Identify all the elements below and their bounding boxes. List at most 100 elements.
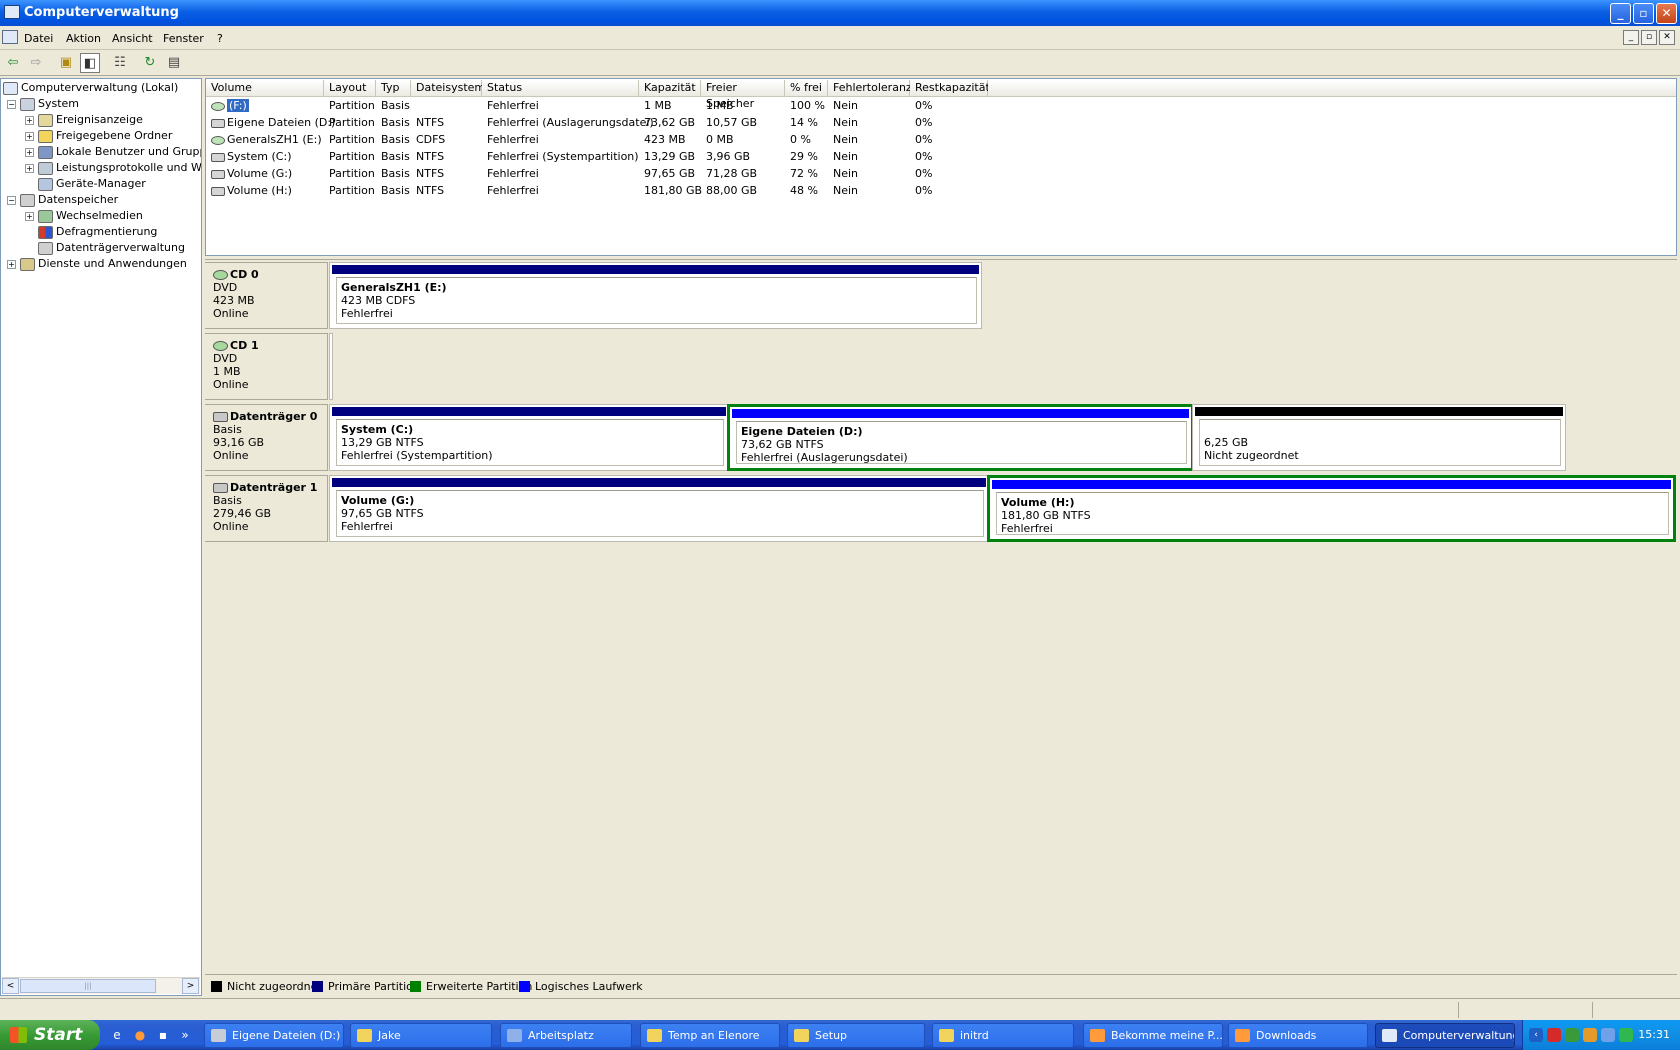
table-cell[interactable]: GeneralsZH1 (E:) xyxy=(211,132,322,148)
column-header-layout[interactable]: Layout xyxy=(324,80,376,97)
table-cell[interactable]: Partition xyxy=(329,132,375,148)
mdi-close-button[interactable]: ✕ xyxy=(1659,30,1675,45)
clock[interactable]: 15:31 xyxy=(1638,1028,1670,1041)
table-cell[interactable]: Partition xyxy=(329,149,375,165)
table-cell[interactable]: Fehlerfrei (Systempartition) xyxy=(487,149,639,165)
table-cell[interactable]: (F:) xyxy=(211,98,249,114)
column-header-type[interactable]: Typ xyxy=(376,80,411,97)
mdi-minimize-button[interactable]: _ xyxy=(1623,30,1639,45)
column-header-fault-tolerance[interactable]: Fehlertoleranz xyxy=(828,80,912,97)
table-cell[interactable]: Nein xyxy=(833,115,858,131)
table-cell[interactable]: CDFS xyxy=(416,132,445,148)
table-cell[interactable]: 3,96 GB xyxy=(706,149,750,165)
table-cell[interactable]: 97,65 GB xyxy=(644,166,695,182)
menu-datei[interactable]: Datei xyxy=(24,32,53,45)
column-header-capacity[interactable]: Kapazität xyxy=(639,80,701,97)
taskbar-button[interactable]: Temp an Elenore xyxy=(640,1023,780,1048)
column-header-filesystem[interactable]: Dateisystem xyxy=(411,80,485,97)
tree-node-services[interactable]: + Dienste und Anwendungen xyxy=(7,256,187,272)
table-cell[interactable]: Fehlerfrei (Auslagerungsdatei) xyxy=(487,115,654,131)
table-cell[interactable]: Basis xyxy=(381,98,410,114)
mdi-restore-button[interactable]: ▫ xyxy=(1641,30,1657,45)
taskbar-button[interactable]: Jake xyxy=(350,1023,492,1048)
table-cell[interactable]: 0% xyxy=(915,98,932,114)
tree-node-storage[interactable]: − Datenspeicher xyxy=(7,192,118,208)
internet-explorer-icon[interactable]: e xyxy=(108,1026,126,1044)
table-cell[interactable]: 0% xyxy=(915,132,932,148)
column-header-volume[interactable]: Volume xyxy=(206,80,324,97)
antivirus-icon[interactable] xyxy=(1547,1028,1561,1042)
taskbar-button[interactable]: Computerverwaltung xyxy=(1375,1023,1515,1048)
tree-node-local-users[interactable]: +Lokale Benutzer und Gruppen xyxy=(25,144,201,160)
table-cell[interactable]: Partition xyxy=(329,115,375,131)
expand-icon[interactable]: + xyxy=(25,131,34,141)
collapse-icon[interactable]: − xyxy=(7,99,16,109)
expand-icon[interactable]: + xyxy=(25,147,34,157)
table-cell[interactable]: Fehlerfrei xyxy=(487,132,539,148)
table-cell[interactable]: 0% xyxy=(915,183,932,199)
disk-label-cd0[interactable]: CD 0 DVD 423 MB Online xyxy=(205,262,328,329)
tree-node-device-manager[interactable]: Geräte-Manager xyxy=(38,176,146,192)
messenger-icon[interactable] xyxy=(1583,1028,1597,1042)
table-cell[interactable]: Fehlerfrei xyxy=(487,98,539,114)
menu-fenster[interactable]: Fenster xyxy=(163,32,204,45)
table-cell[interactable]: Fehlerfrei xyxy=(487,183,539,199)
menu-ansicht[interactable]: Ansicht xyxy=(112,32,153,45)
table-cell[interactable]: 100 % xyxy=(790,98,825,114)
table-cell[interactable]: Nein xyxy=(833,149,858,165)
table-cell[interactable]: NTFS xyxy=(416,183,444,199)
table-cell[interactable]: Volume (H:) xyxy=(211,183,292,199)
table-cell[interactable]: NTFS xyxy=(416,166,444,182)
table-cell[interactable]: 0% xyxy=(915,115,932,131)
up-folder-icon[interactable]: ▣ xyxy=(56,53,76,73)
table-cell[interactable]: Eigene Dateien (D:) xyxy=(211,115,335,131)
start-button[interactable]: Start xyxy=(0,1020,100,1050)
table-cell[interactable]: 10,57 GB xyxy=(706,115,757,131)
table-cell[interactable]: Partition xyxy=(329,183,375,199)
expand-icon[interactable]: + xyxy=(25,211,34,221)
maximize-button[interactable]: ▫ xyxy=(1633,3,1654,24)
disk-label-disk0[interactable]: Datenträger 0 Basis 93,16 GB Online xyxy=(205,404,328,471)
table-cell[interactable]: Partition xyxy=(329,166,375,182)
table-cell[interactable]: System (C:) xyxy=(211,149,292,165)
tree-horizontal-scrollbar[interactable]: < ||| > xyxy=(2,977,200,994)
firefox-icon[interactable]: ● xyxy=(131,1026,149,1044)
table-cell[interactable]: Nein xyxy=(833,98,858,114)
network-icon[interactable] xyxy=(1601,1028,1615,1042)
scroll-left-icon[interactable]: < xyxy=(2,978,19,994)
table-cell[interactable]: NTFS xyxy=(416,115,444,131)
table-cell[interactable]: 72 % xyxy=(790,166,818,182)
table-cell[interactable]: 0% xyxy=(915,166,932,182)
partition-volume-h[interactable]: Volume (H:) 181,80 GB NTFS Fehlerfrei xyxy=(987,475,1676,542)
expand-icon[interactable]: + xyxy=(7,259,16,269)
column-header-overhead[interactable]: Restkapazität xyxy=(910,80,990,97)
tray-app-icon[interactable] xyxy=(1565,1028,1579,1042)
tree-node-system[interactable]: − System xyxy=(7,96,79,112)
table-cell[interactable]: 0 MB xyxy=(706,132,734,148)
back-icon[interactable]: ⇦ xyxy=(3,53,23,73)
column-header-percent-free[interactable]: % frei xyxy=(785,80,828,97)
table-cell[interactable]: 14 % xyxy=(790,115,818,131)
forward-icon[interactable]: ⇨ xyxy=(26,53,46,73)
table-cell[interactable]: Basis xyxy=(381,115,410,131)
properties-icon[interactable]: ☷ xyxy=(110,53,130,73)
tree-node-event-viewer[interactable]: + Ereignisanzeige xyxy=(25,112,143,128)
taskbar-button[interactable]: Bekomme meine P... xyxy=(1083,1023,1223,1048)
partition-generalszh1-e[interactable]: GeneralsZH1 (E:) 423 MB CDFS Fehlerfrei xyxy=(329,262,982,329)
quicklaunch-app-icon[interactable]: ▪ xyxy=(154,1026,172,1044)
wireless-icon[interactable] xyxy=(1619,1028,1633,1042)
taskbar-button[interactable]: initrd xyxy=(932,1023,1074,1048)
close-button[interactable]: ✕ xyxy=(1656,3,1677,24)
taskbar-button[interactable]: Arbeitsplatz xyxy=(500,1023,632,1048)
scroll-thumb[interactable]: ||| xyxy=(20,979,156,993)
scroll-right-icon[interactable]: > xyxy=(182,978,199,994)
table-cell[interactable]: 73,62 GB xyxy=(644,115,695,131)
table-cell[interactable]: 71,28 GB xyxy=(706,166,757,182)
menu-help[interactable]: ? xyxy=(217,32,223,45)
column-header-status[interactable]: Status xyxy=(482,80,639,97)
table-cell[interactable]: Nein xyxy=(833,132,858,148)
column-header-free-space[interactable]: Freier Speicher xyxy=(701,80,785,110)
table-cell[interactable]: Basis xyxy=(381,183,410,199)
table-cell[interactable]: Basis xyxy=(381,132,410,148)
table-cell[interactable]: Fehlerfrei xyxy=(487,166,539,182)
